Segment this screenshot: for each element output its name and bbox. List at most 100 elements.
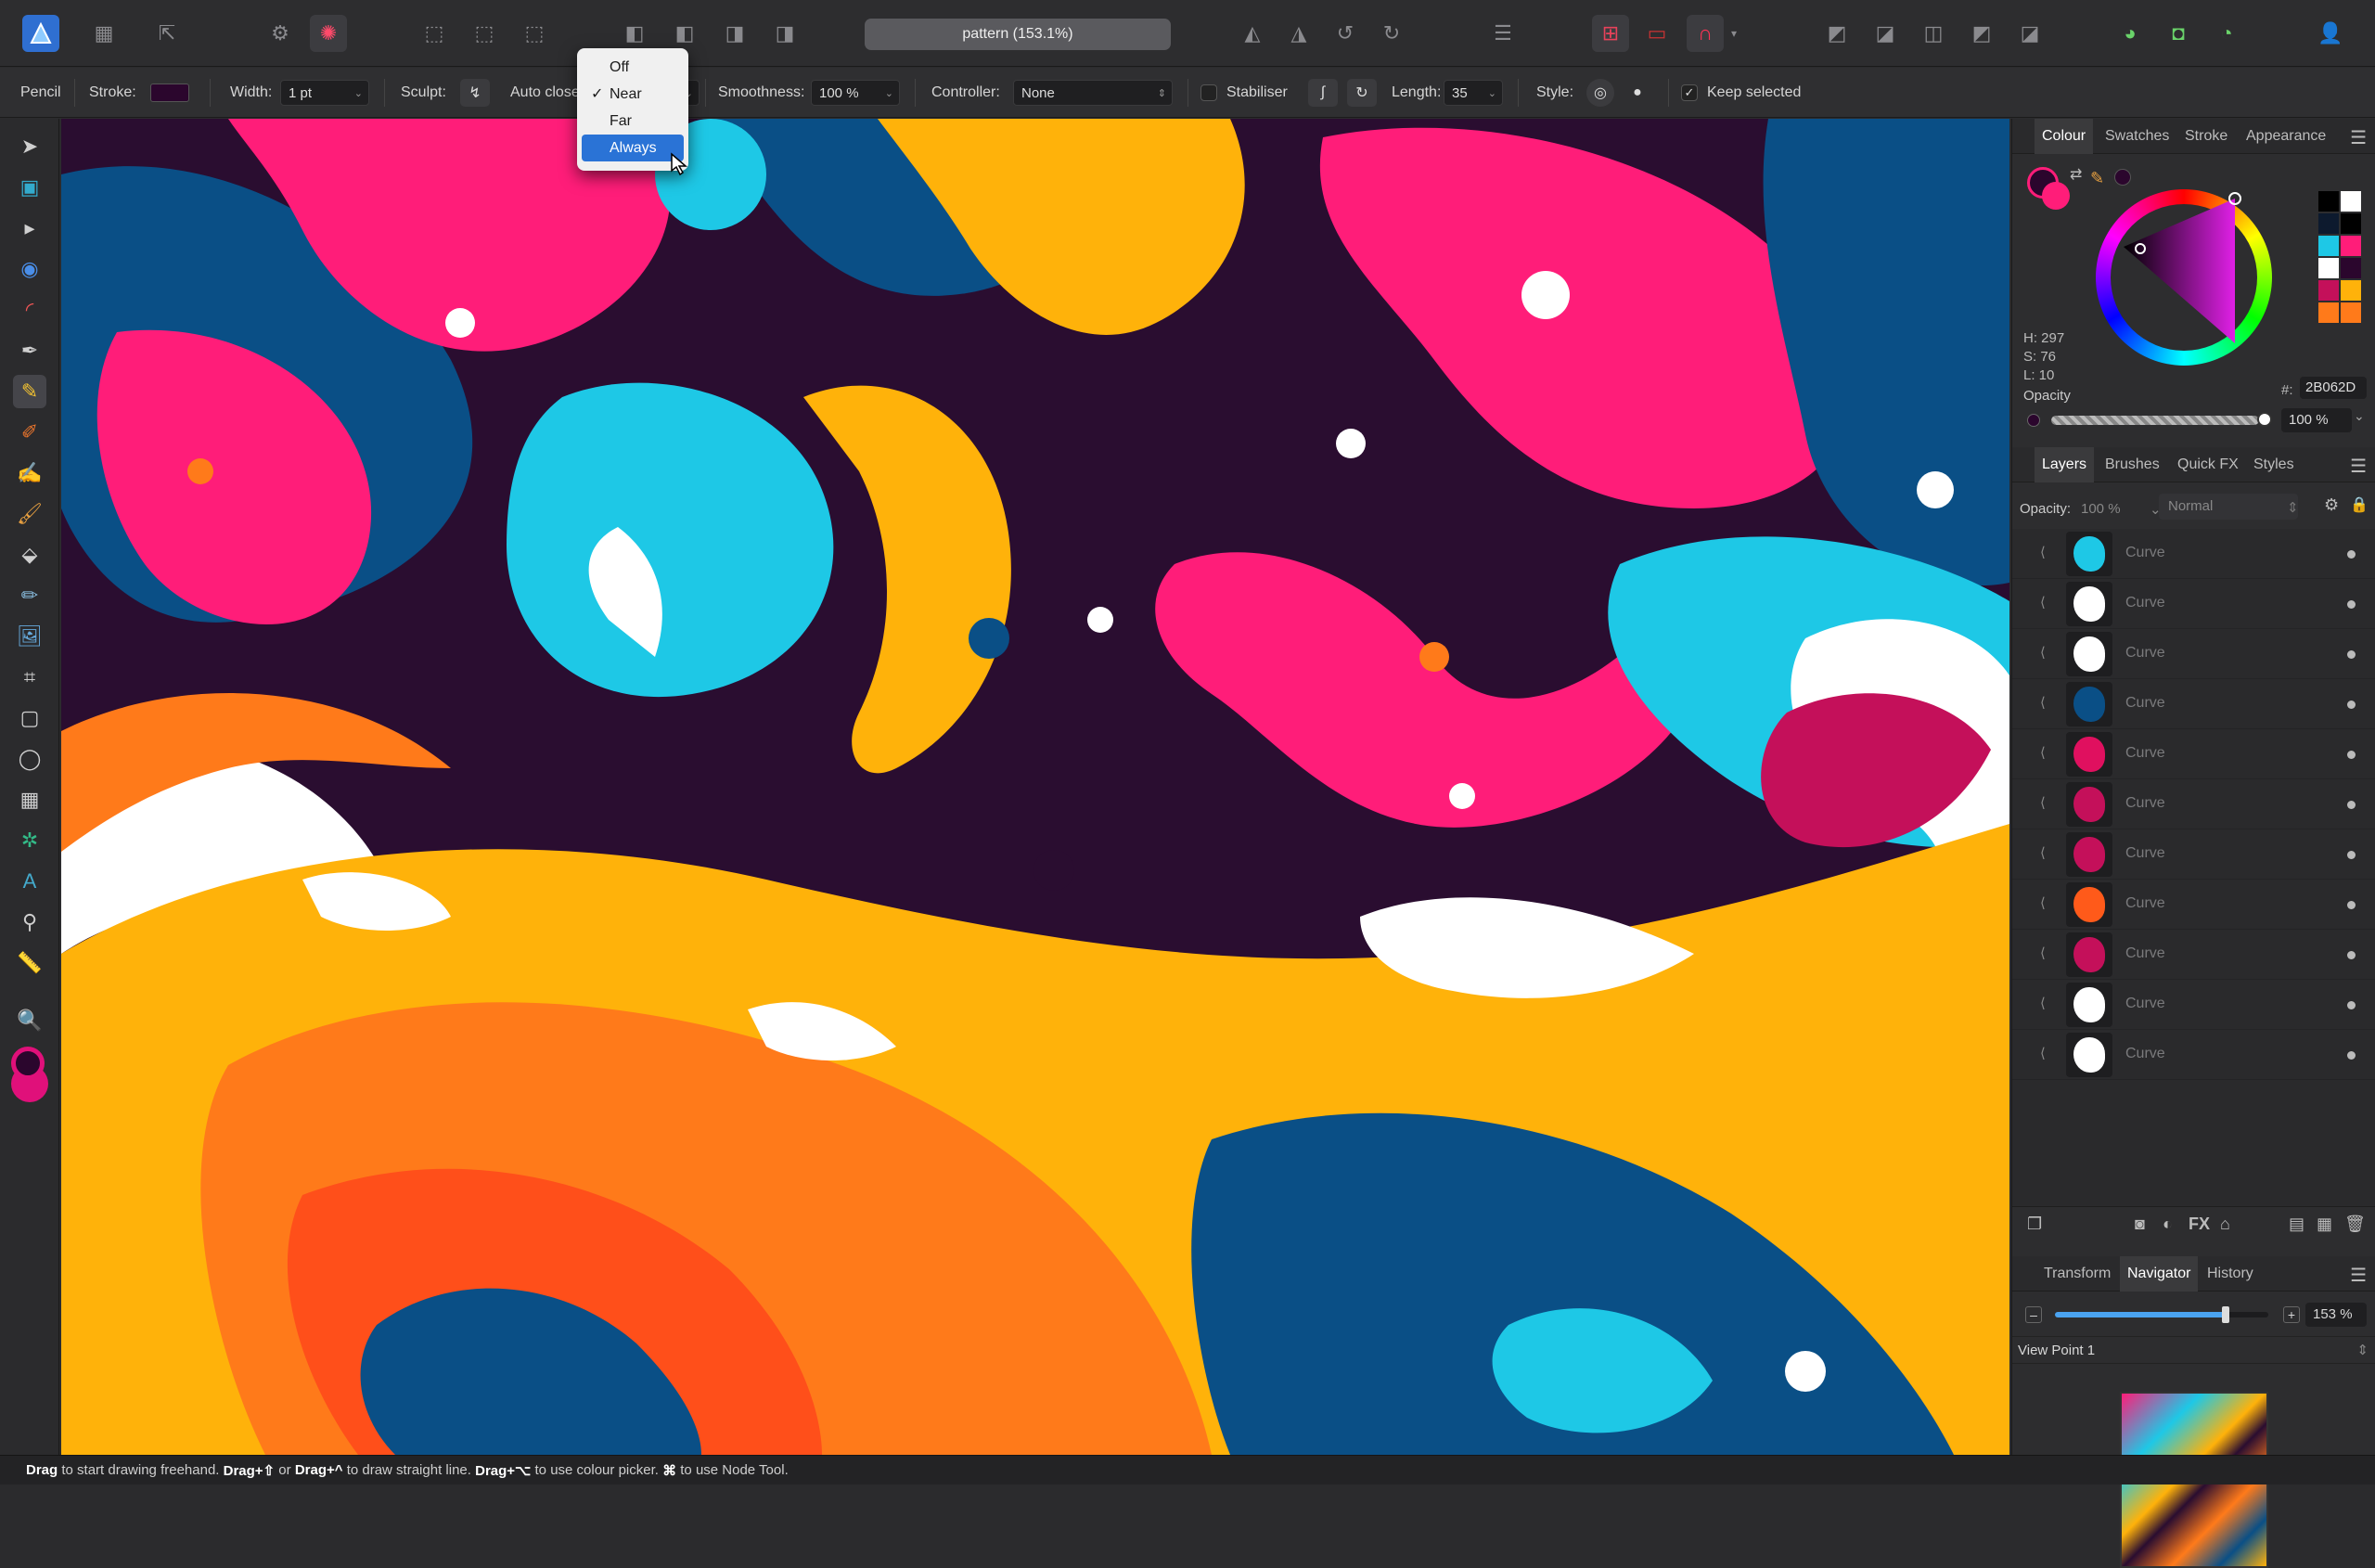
sculpt-icon[interactable]: ↯ [460, 79, 490, 107]
swap-colours-icon[interactable]: ⇄ [2070, 165, 2082, 184]
layer-expand-icon[interactable]: ⟨ [2040, 894, 2046, 911]
layer-visibility-icon[interactable] [2347, 751, 2356, 759]
tab-history[interactable]: History [2207, 1256, 2253, 1292]
tab-quick-fx[interactable]: Quick FX [2177, 447, 2239, 482]
colour-mode-icon[interactable]: ◔ [2208, 15, 2245, 52]
keep-selected-toggle[interactable]: ✓ Keep selected [1681, 68, 1801, 118]
layer-expand-icon[interactable]: ⟨ [2040, 694, 2046, 711]
artboard-tool-icon[interactable]: ▣ [13, 171, 46, 204]
layer-visibility-icon[interactable] [2347, 600, 2356, 609]
layer-row[interactable]: ⟨ Curve [2012, 980, 2375, 1030]
style-texture-icon[interactable]: ● [1624, 79, 1651, 107]
layer-row[interactable]: ⟨ Curve [2012, 679, 2375, 729]
shape-tool-icon[interactable]: ✲ [13, 824, 46, 857]
layer-expand-icon[interactable]: ⟨ [2040, 594, 2046, 610]
rectangle-tool-icon[interactable]: ▢ [13, 701, 46, 735]
controller-select[interactable]: None ⇕ [1013, 80, 1173, 106]
auto-close-option-far[interactable]: Far [582, 108, 684, 135]
zoom-in-button[interactable]: + [2283, 1306, 2300, 1323]
recent-swatch[interactable] [2318, 236, 2339, 256]
tab-navigator[interactable]: Navigator [2120, 1256, 2199, 1292]
layer-visibility-icon[interactable] [2347, 1051, 2356, 1060]
gear-icon[interactable]: ⚙ [2324, 495, 2339, 515]
corner-tool-icon[interactable]: ◜ [13, 293, 46, 327]
boolean-subtract-icon[interactable]: ◪ [1867, 15, 1904, 52]
tab-stroke[interactable]: Stroke [2185, 119, 2227, 154]
fill-well[interactable] [2042, 182, 2070, 210]
auto-close-option-near[interactable]: ✓ Near [582, 81, 684, 108]
layer-expand-icon[interactable]: ⟨ [2040, 794, 2046, 811]
ellipse-tool-icon[interactable]: ◯ [13, 742, 46, 776]
layer-expand-icon[interactable]: ⟨ [2040, 644, 2046, 661]
boolean-xor-icon[interactable]: ◩ [1963, 15, 2000, 52]
layer-row[interactable]: ⟨ Curve [2012, 1030, 2375, 1080]
chevron-down-icon[interactable]: ⌄ [2354, 408, 2365, 424]
boolean-divide-icon[interactable]: ◪ [2011, 15, 2048, 52]
layer-row[interactable]: ⟨ Curve [2012, 880, 2375, 930]
assistant-icon[interactable]: ◕ [2112, 15, 2149, 52]
contour-tool-icon[interactable]: ◉ [13, 252, 46, 286]
stroke-colour-swatch[interactable] [150, 84, 189, 102]
place-image-tool-icon[interactable]: 🖼 [13, 620, 46, 653]
layer-expand-icon[interactable]: ⟨ [2040, 995, 2046, 1011]
auto-close-option-off[interactable]: Off [582, 54, 684, 81]
zoom-field[interactable]: 153 % [2305, 1303, 2367, 1327]
width-field[interactable]: 1 pt ⌄ [280, 80, 369, 106]
zoom-slider[interactable] [2055, 1312, 2268, 1317]
text-tool-icon[interactable]: A [13, 865, 46, 898]
tab-appearance[interactable]: Appearance [2246, 119, 2326, 154]
recent-swatch[interactable] [2341, 258, 2361, 278]
tab-swatches[interactable]: Swatches [2105, 119, 2169, 154]
panel-menu-icon[interactable]: ☰ [2350, 455, 2367, 478]
document-title[interactable]: pattern (153.1%) [865, 19, 1171, 50]
vector-brush-tool-icon[interactable]: ✐ [13, 416, 46, 449]
tab-colour[interactable]: Colour [2035, 119, 2094, 154]
designer-persona-icon[interactable] [22, 15, 59, 52]
node-tool-icon[interactable]: ▸ [13, 212, 46, 245]
layer-row[interactable]: ⟨ Curve [2012, 829, 2375, 880]
zoom-tool-icon[interactable]: 🔍 [13, 1004, 46, 1037]
snap-bounding-icon[interactable]: ▭ [1638, 15, 1675, 52]
mask-layer-icon[interactable]: ◙ [2135, 1215, 2145, 1234]
sl-triangle[interactable] [2096, 189, 2272, 366]
recent-swatch[interactable] [2341, 191, 2361, 212]
window-mode-icon[interactable]: ↻ [1347, 79, 1377, 107]
panel-menu-icon[interactable]: ☰ [2350, 1264, 2367, 1287]
opacity-field[interactable]: 100 % [2281, 408, 2352, 432]
boolean-add-icon[interactable]: ◩ [1818, 15, 1855, 52]
colour-picker-tool-icon[interactable]: ⚲ [13, 906, 46, 939]
recent-swatch[interactable] [2318, 213, 2339, 234]
rotate-right-icon[interactable]: ↻ [1373, 15, 1410, 52]
snapping-dropdown-icon[interactable]: ▾ [1724, 15, 1744, 52]
artwork-canvas[interactable] [61, 119, 2009, 1455]
flip-horizontal-icon[interactable]: ◭ [1234, 15, 1271, 52]
length-field[interactable]: 35 ⌄ [1444, 80, 1503, 106]
export-persona-icon[interactable]: ⇱ [148, 15, 186, 52]
stroke-colour-well[interactable] [11, 1047, 45, 1080]
layer-row[interactable]: ⟨ Curve [2012, 629, 2375, 679]
recent-swatch[interactable] [2341, 280, 2361, 301]
auto-close-option-always[interactable]: Always [582, 135, 684, 161]
arrange-front-icon[interactable]: ◨ [766, 15, 803, 52]
layer-visibility-icon[interactable] [2347, 851, 2356, 859]
align-icon[interactable]: ☰ [1484, 15, 1521, 52]
pixel-persona-icon[interactable]: ▦ [85, 15, 122, 52]
layer-row[interactable]: ⟨ Curve [2012, 529, 2375, 579]
layer-expand-icon[interactable]: ⟨ [2040, 744, 2046, 761]
layer-expand-icon[interactable]: ⟨ [2040, 1045, 2046, 1061]
trash-icon[interactable]: 🗑 [2344, 1215, 2366, 1234]
panel-menu-icon[interactable]: ☰ [2350, 126, 2367, 149]
layer-expand-icon[interactable]: ⟨ [2040, 844, 2046, 861]
arrange-backward-icon[interactable]: ◧ [666, 15, 703, 52]
measure-tool-icon[interactable]: 📏 [13, 946, 46, 980]
recent-swatch[interactable] [2341, 213, 2361, 234]
rope-mode-icon[interactable]: ∫ [1308, 79, 1338, 107]
layer-row[interactable]: ⟨ Curve [2012, 930, 2375, 980]
recent-swatch[interactable] [2341, 302, 2361, 323]
opacity-slider-handle[interactable] [2257, 412, 2272, 427]
layer-visibility-icon[interactable] [2347, 951, 2356, 959]
select-object-icon[interactable]: ⬚ [516, 15, 553, 52]
layer-expand-icon[interactable]: ⟨ [2040, 544, 2046, 560]
vector-fill-tool-icon[interactable]: ⬙ [13, 538, 46, 572]
layer-visibility-icon[interactable] [2347, 700, 2356, 709]
